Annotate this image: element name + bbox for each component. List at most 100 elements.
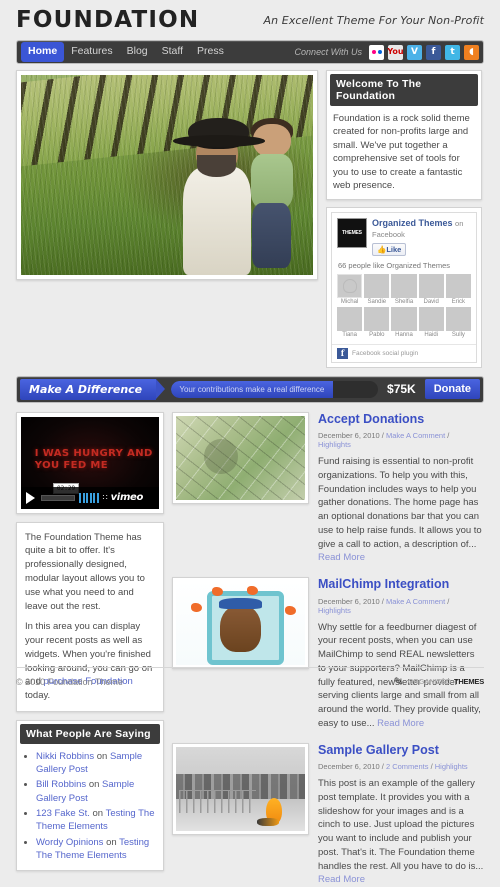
facebook-face[interactable]: Hanna — [391, 307, 417, 339]
vimeo-logo[interactable]: vimeo — [111, 492, 144, 503]
nav-item-press[interactable]: Press — [190, 42, 231, 62]
avatar — [418, 273, 444, 298]
footer-logo-organized: ORGANIZED — [407, 677, 451, 686]
right-sidebar: Welcome To The Foundation Foundation is … — [326, 70, 482, 368]
facebook-face[interactable]: Sandie — [364, 273, 390, 306]
child-body — [251, 153, 294, 210]
site-footer: © 2010 Foundation Theme ✎ ORGANIZED THEME… — [16, 667, 484, 689]
post-thumbnail[interactable] — [172, 742, 309, 835]
facebook-page-header: THEMES Organized Themes on Facebook 👍Lik… — [332, 213, 476, 261]
what-people-are-saying-widget: What People Are Saying Nikki Robbins on … — [16, 719, 164, 872]
organized-themes-logo-icon: THEMES — [337, 217, 367, 248]
facebook-like-button[interactable]: 👍Like — [372, 242, 407, 256]
nav-item-staff[interactable]: Staff — [155, 42, 190, 62]
post-comments-link[interactable]: Make A Comment — [386, 597, 445, 606]
comment-author-link[interactable]: Bill Robbins — [36, 779, 86, 790]
post-meta: December 6, 2010 / Make A Comment / High… — [318, 596, 450, 615]
volume-icon[interactable] — [79, 492, 99, 503]
posts-list: Accept Donations December 6, 2010 / Make… — [172, 411, 484, 887]
list-item: Wordy Opinions on Testing The Theme Elem… — [36, 836, 157, 863]
facebook-face[interactable]: Tiana — [337, 307, 363, 339]
read-more-link[interactable]: Read More — [377, 718, 424, 729]
facebook-face[interactable]: Sully — [445, 307, 471, 339]
nav-item-blog[interactable]: Blog — [120, 42, 155, 62]
post-excerpt: This post is an example of the gallery p… — [318, 777, 484, 887]
welcome-widget-title: Welcome To The Foundation — [330, 74, 478, 106]
welcome-widget-body: Foundation is a rock solid theme created… — [333, 113, 470, 192]
facebook-face-name: Shelfia — [394, 298, 414, 305]
connect-with-us-label: Connect With Us — [294, 47, 362, 57]
facebook-face[interactable]: Pablo — [364, 307, 390, 339]
site-logo[interactable]: FOUNDATION — [16, 8, 199, 32]
avatar — [418, 307, 444, 332]
video-widget: I WAS HUNGRY AND YOU FED ME 02:29 ∷ vime… — [16, 411, 164, 514]
bird-icon — [191, 603, 203, 613]
hero-section: Welcome To The Foundation Foundation is … — [16, 70, 484, 368]
orange-bird-icon — [256, 797, 282, 826]
nav-item-features[interactable]: Features — [64, 42, 119, 62]
facebook-face-name: Erick — [451, 298, 466, 305]
facebook-page-name[interactable]: Organized Themes on Facebook — [372, 218, 471, 240]
comment-on-label: on — [92, 808, 104, 820]
video-player[interactable]: I WAS HUNGRY AND YOU FED ME 02:29 ∷ vime… — [21, 416, 159, 509]
video-overlay-line1: I WAS HUNGRY AND — [34, 447, 153, 459]
organized-themes-footer-logo[interactable]: ✎ ORGANIZED THEMES — [392, 675, 484, 688]
comment-author-link[interactable]: 123 Fake St. — [36, 808, 90, 819]
bird-icon — [246, 586, 258, 596]
recent-comments-list: Nikki Robbins on Sample Gallery Post Bil… — [23, 750, 157, 862]
post-meta: December 6, 2010 / Make A Comment / High… — [318, 431, 450, 450]
grid-icon[interactable]: ∷ — [103, 493, 108, 502]
nav-item-home[interactable]: Home — [21, 42, 65, 62]
twitter-icon[interactable]: t — [445, 44, 460, 60]
facebook-icon[interactable]: f — [426, 44, 441, 60]
post-item: MailChimp Integration December 6, 2010 /… — [172, 577, 484, 731]
facebook-face[interactable]: David — [418, 273, 444, 306]
post-category-link[interactable]: Highlights — [435, 762, 468, 771]
video-scrubber[interactable] — [41, 494, 75, 501]
farmer-beard — [197, 155, 236, 177]
hero-figure — [173, 111, 296, 275]
avatar — [364, 307, 390, 332]
avatar — [337, 307, 363, 332]
rss-icon[interactable]: ◖ — [464, 44, 479, 60]
post-excerpt-text: This post is an example of the gallery p… — [318, 778, 484, 872]
money-image — [176, 415, 305, 500]
facebook-face[interactable]: Erick — [445, 273, 471, 306]
post-title[interactable]: MailChimp Integration — [318, 577, 484, 591]
vimeo-icon[interactable]: V — [407, 44, 422, 60]
video-controls-bar: ∷ vimeo — [21, 486, 159, 509]
flickr-icon[interactable] — [369, 44, 384, 60]
child-legs — [252, 202, 291, 269]
facebook-face-name: Tiana — [342, 332, 357, 339]
facebook-face[interactable]: Michal — [337, 273, 363, 306]
post-thumbnail[interactable] — [172, 411, 309, 504]
post-item: Sample Gallery Post December 6, 2010 / 2… — [172, 742, 484, 887]
facebook-face[interactable]: Haidi — [418, 307, 444, 339]
facebook-plugin-footer: f Facebook social plugin — [332, 343, 476, 362]
post-category-link[interactable]: Highlights — [318, 440, 351, 449]
post-title[interactable]: Accept Donations — [318, 412, 484, 426]
facebook-like-count: 66 people like Organized Themes — [338, 260, 451, 270]
read-more-link[interactable]: Read More — [318, 552, 365, 563]
post-date: December 6, 2010 — [318, 431, 380, 441]
post-comments-link[interactable]: Make A Comment — [386, 431, 445, 440]
comment-author-link[interactable]: Nikki Robbins — [36, 751, 94, 762]
facebook-face[interactable]: Shelfia — [391, 273, 417, 306]
nav-menu: Home Features Blog Staff Press — [21, 41, 231, 63]
read-more-link[interactable]: Read More — [318, 874, 365, 885]
post-comments-link[interactable]: 2 Comments — [386, 762, 429, 771]
donate-button[interactable]: Donate — [424, 379, 480, 400]
post-title[interactable]: Sample Gallery Post — [318, 743, 484, 757]
post-date: December 6, 2010 — [318, 762, 380, 772]
donation-bar-label: Make A Difference — [20, 378, 166, 400]
post-category-link[interactable]: Highlights — [318, 606, 351, 615]
farmer-body — [183, 166, 252, 275]
facebook-face-name: David — [423, 298, 439, 305]
facebook-page-name-text: Organized Themes — [372, 217, 453, 228]
post-thumbnail[interactable] — [172, 577, 309, 670]
play-icon[interactable] — [26, 491, 35, 504]
comment-author-link[interactable]: Wordy Opinions — [36, 837, 103, 848]
youtube-icon[interactable]: You — [387, 44, 404, 60]
hero-image-frame[interactable] — [16, 70, 318, 280]
facebook-faces-grid: Michal Sandie Shelfia David Erick Tiana … — [332, 273, 476, 339]
